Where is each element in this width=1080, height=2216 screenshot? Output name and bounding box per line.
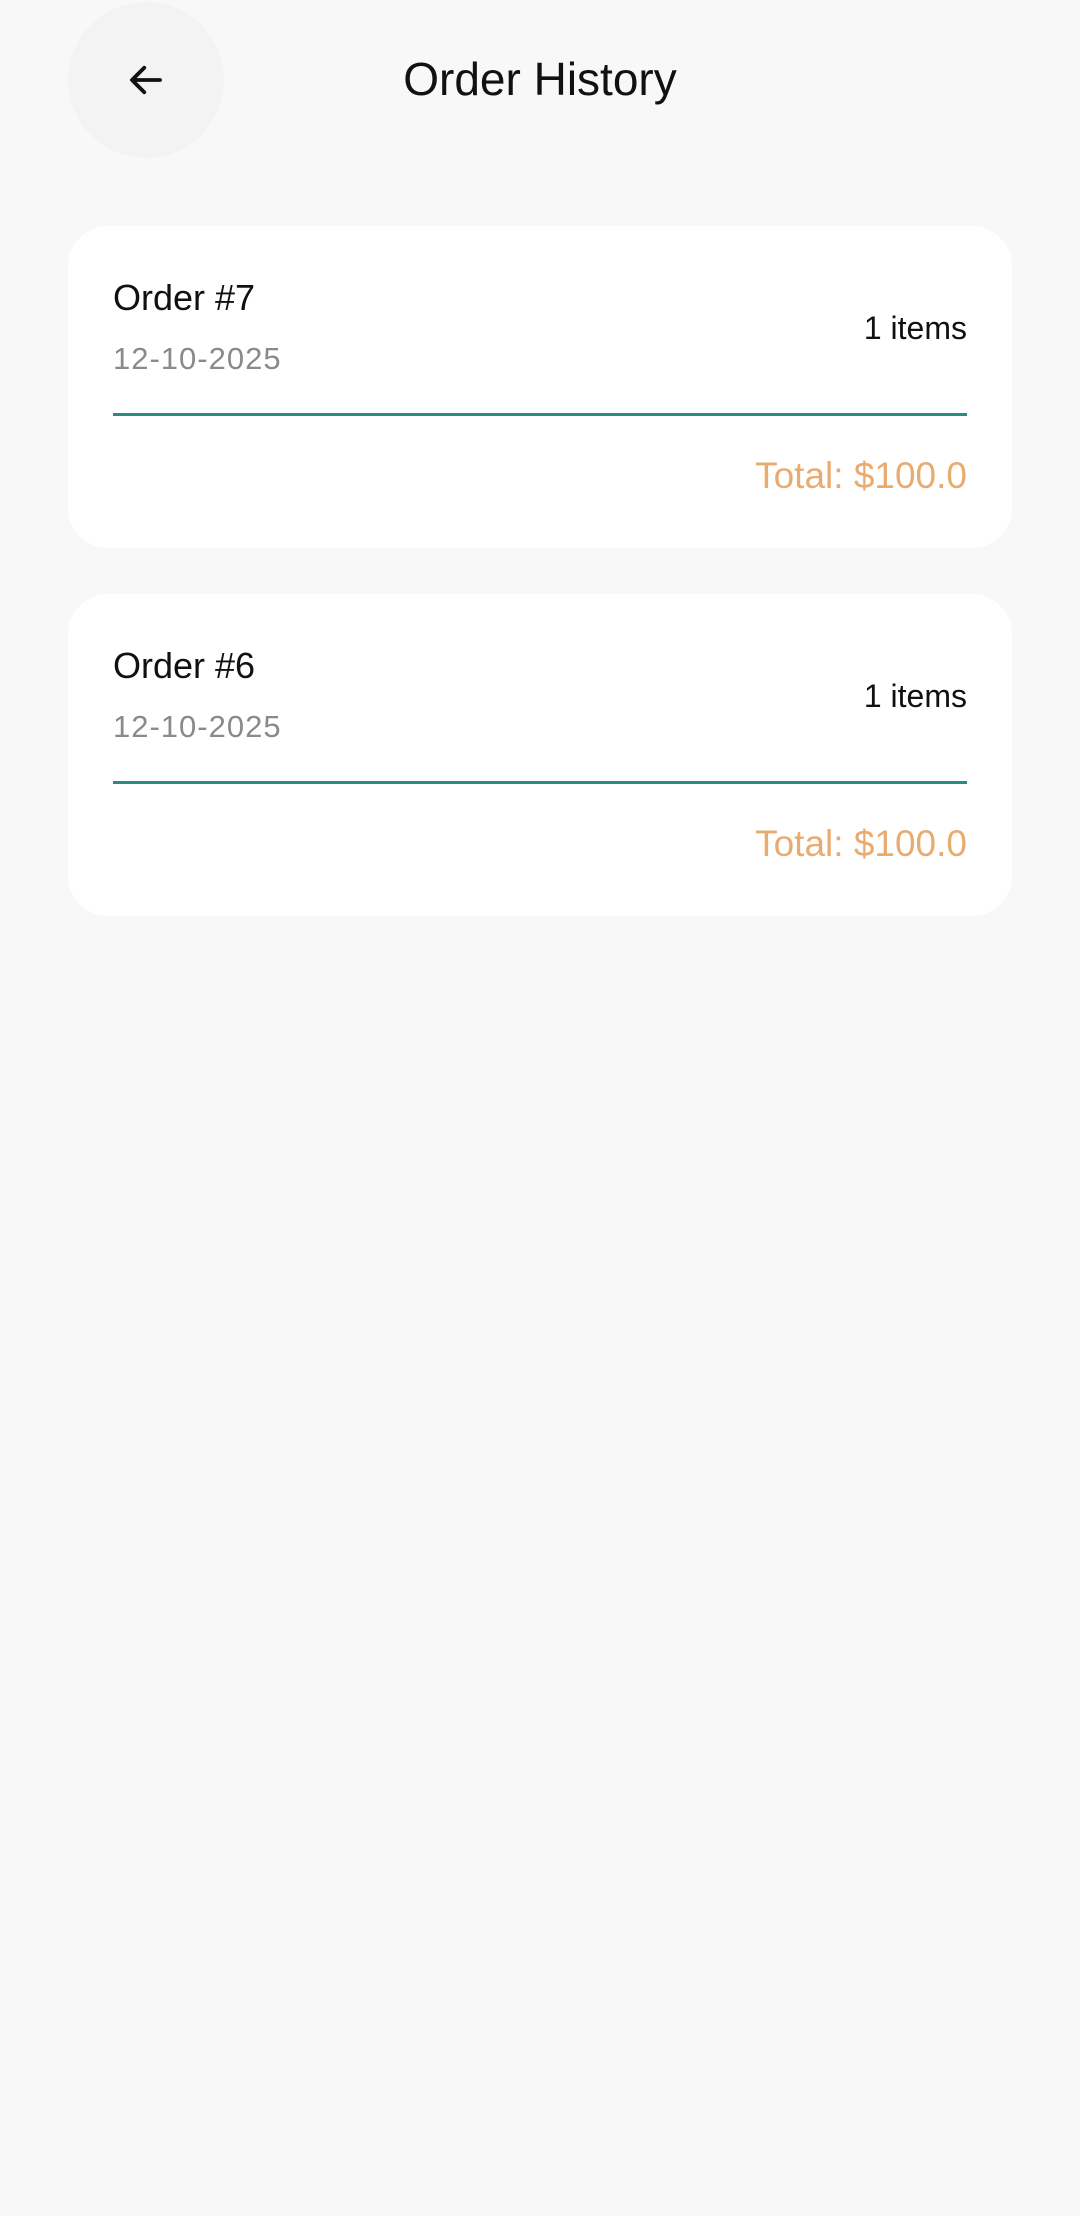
order-item-count: 1 items xyxy=(863,678,967,714)
divider xyxy=(113,413,967,416)
order-total: Total: $100.0 xyxy=(755,455,967,496)
order-card[interactable]: Order #7 12-10-2025 1 items Total: $100.… xyxy=(68,226,1012,548)
order-date: 12-10-2025 xyxy=(113,709,282,744)
order-number: Order #6 xyxy=(113,645,256,686)
divider xyxy=(113,781,967,784)
order-card[interactable]: Order #6 12-10-2025 1 items Total: $100.… xyxy=(68,594,1012,916)
order-total: Total: $100.0 xyxy=(755,823,967,864)
order-number: Order #7 xyxy=(113,277,256,318)
order-item-count: 1 items xyxy=(863,310,967,346)
page-title: Order History xyxy=(403,53,677,105)
app-header: Order History xyxy=(0,0,1080,160)
order-date: 12-10-2025 xyxy=(113,341,282,376)
order-list: Order #7 12-10-2025 1 items Total: $100.… xyxy=(68,226,1012,962)
